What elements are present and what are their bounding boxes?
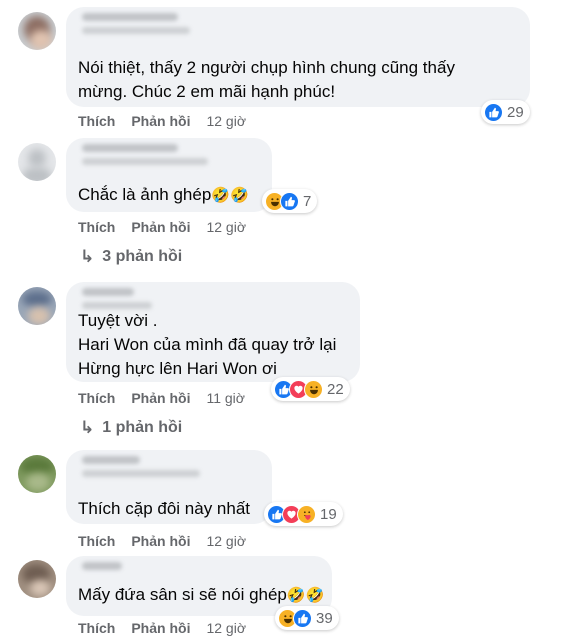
author-name[interactable] — [82, 144, 178, 152]
comment-actions: Thích Phản hồi 11 giờ — [78, 390, 261, 406]
comment-text-line: Hari Won của mình đã quay trở lại — [78, 335, 337, 354]
comment-actions: Thích Phản hồi 12 giờ — [78, 533, 262, 549]
reaction-count: 7 — [303, 192, 312, 210]
comment-bubble: Chắc là ảnh ghép🤣🤣 — [66, 138, 272, 212]
comment-bubble: Nói thiệt, thấy 2 người chụp hình chung … — [66, 7, 530, 107]
comment-text-line: Thích cặp đôi này nhất — [78, 499, 251, 518]
author-name[interactable] — [82, 288, 134, 296]
timestamp[interactable]: 12 giờ — [206, 219, 246, 235]
reply-button[interactable]: Phản hồi — [131, 113, 190, 129]
like-button[interactable]: Thích — [78, 113, 115, 129]
author-name[interactable] — [82, 562, 122, 570]
replies-count: 3 phản hồi — [102, 248, 183, 265]
care-icon — [297, 504, 316, 524]
comment-text-line: mừng. Chúc 2 em mãi hạnh phúc! — [78, 82, 336, 101]
avatar[interactable] — [18, 560, 56, 598]
author-name[interactable] — [82, 13, 178, 21]
like-button[interactable]: Thích — [78, 533, 115, 549]
timestamp[interactable]: 12 giờ — [206, 113, 246, 129]
like-icon — [484, 102, 503, 122]
view-replies-link[interactable]: ↳ 3 phản hồi — [80, 247, 182, 267]
reaction-count: 29 — [507, 103, 524, 121]
view-replies-link[interactable]: ↳ 1 phản hồi — [80, 418, 182, 438]
like-button[interactable]: Thích — [78, 219, 115, 235]
comment-text-line: Tuyệt vời . — [78, 311, 158, 330]
comment-text-line: Hừng hực lên Hari Won ơi — [78, 359, 277, 378]
author-name[interactable] — [82, 456, 140, 464]
like-icon — [293, 608, 312, 628]
avatar[interactable] — [18, 287, 56, 325]
reaction-summary[interactable]: 19 — [264, 502, 343, 526]
reply-button[interactable]: Phản hồi — [131, 219, 190, 235]
avatar[interactable] — [18, 12, 56, 50]
timestamp[interactable]: 11 giờ — [206, 390, 245, 406]
reply-arrow-icon: ↳ — [80, 418, 95, 438]
comment-text-line: Nói thiệt, thấy 2 người chụp hình chung … — [78, 58, 455, 77]
timestamp[interactable]: 12 giờ — [206, 533, 246, 549]
reaction-summary[interactable]: 39 — [275, 606, 339, 630]
reaction-count: 22 — [327, 380, 344, 398]
like-button[interactable]: Thích — [78, 390, 115, 406]
reaction-count: 19 — [320, 505, 337, 523]
avatar[interactable] — [18, 455, 56, 493]
haha-icon — [304, 379, 323, 399]
rolling-laugh-emoji: 🤣🤣 — [211, 186, 249, 204]
reply-button[interactable]: Phản hồi — [131, 620, 190, 636]
like-button[interactable]: Thích — [78, 620, 115, 636]
replies-count: 1 phản hồi — [102, 419, 183, 436]
reaction-summary[interactable]: 7 — [262, 189, 318, 213]
reply-button[interactable]: Phản hồi — [131, 533, 190, 549]
reply-arrow-icon: ↳ — [80, 247, 95, 267]
comment-bubble: Thích cặp đôi này nhất — [66, 450, 272, 524]
reply-button[interactable]: Phản hồi — [131, 390, 190, 406]
avatar[interactable] — [18, 143, 56, 181]
reaction-count: 39 — [316, 609, 333, 627]
reaction-summary[interactable]: 29 — [481, 100, 530, 124]
rolling-laugh-emoji: 🤣🤣 — [286, 586, 325, 604]
timestamp[interactable]: 12 giờ — [206, 620, 246, 636]
comment-bubble: Tuyệt vời . Hari Won của mình đã quay tr… — [66, 282, 360, 382]
comment-actions: Thích Phản hồi 12 giờ — [78, 219, 262, 235]
like-icon — [280, 191, 299, 211]
comment-text-line: Mấy đứa sân si sẽ nói ghép🤣🤣 — [78, 585, 325, 604]
comment-actions: Thích Phản hồi 12 giờ — [78, 113, 262, 129]
comment-actions: Thích Phản hồi 12 giờ — [78, 620, 262, 636]
comment-text-line: Chắc là ảnh ghép🤣🤣 — [78, 185, 249, 204]
reaction-summary[interactable]: 22 — [271, 377, 350, 401]
